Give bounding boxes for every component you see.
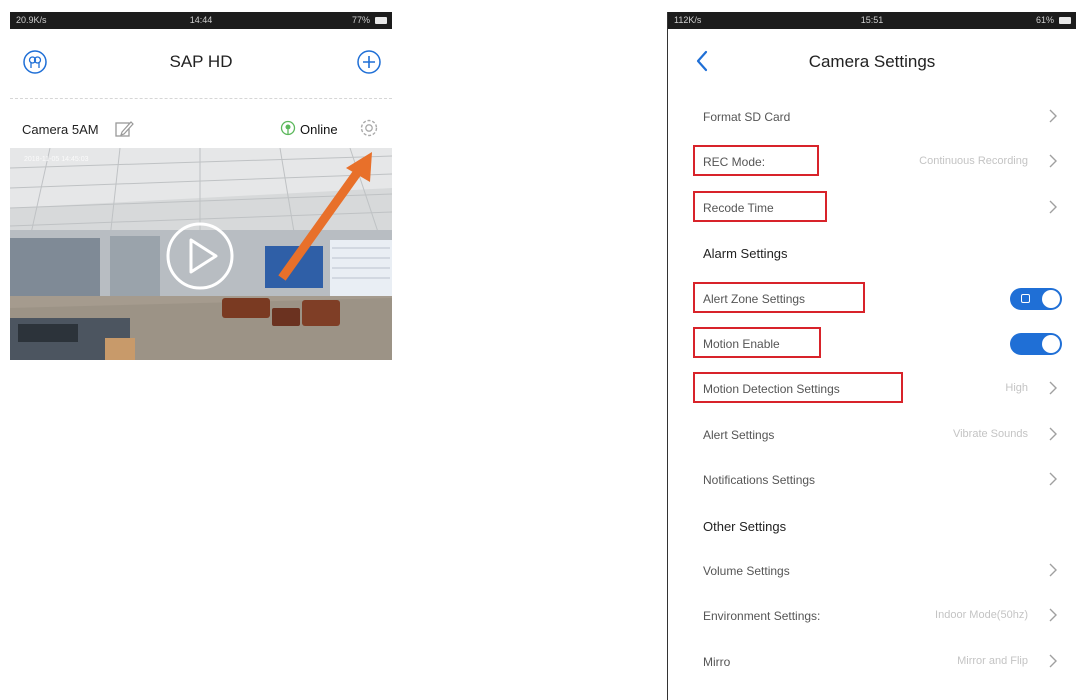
settings-row-label: Other Settings [703,518,787,534]
settings-row[interactable]: Environment Settings: Indoor Mode(50hz) [668,593,1076,638]
settings-row-value: Vibrate Sounds [952,427,1028,440]
settings-row-value: High [1005,382,1028,395]
section-header: Other Settings [668,503,1076,548]
chevron-right-icon[interactable] [1048,199,1058,215]
settings-row[interactable]: REC Mode: Continuous Recording [668,139,1076,184]
chevron-right-icon[interactable] [1048,653,1058,669]
divider [10,98,392,99]
settings-row-label: Motion Enable [703,336,780,351]
camera-settings-screen: 112K/s 15:51 61% Camera Settings Format … [667,12,1076,700]
chevron-right-icon[interactable] [1048,426,1058,442]
settings-row[interactable]: Volume Settings [668,548,1076,593]
settings-row-label: Notifications Settings [703,473,816,488]
toggle-switch[interactable] [1010,332,1062,355]
battery-icon [375,17,387,24]
network-speed: 20.9K/s [16,15,47,25]
settings-row[interactable]: Notifications Settings [668,457,1076,502]
settings-row[interactable]: Recode Time [668,185,1076,230]
feed-timestamp: 2018-11-05 14:45:03 [24,156,89,163]
settings-row[interactable]: Format SD Card [668,94,1076,139]
battery-percent: 61% [1035,15,1054,25]
battery-percent: 77% [351,15,370,25]
network-speed: 112K/s [674,15,702,25]
settings-row-label: Motion Detection Settings [703,382,840,397]
toggle-knob [1042,334,1060,353]
status-bar: 112K/s 15:51 61% [668,12,1076,29]
camera-video-feed[interactable]: 2018-11-05 14:45:03 [10,148,392,360]
chevron-right-icon[interactable] [1048,108,1058,124]
settings-row-label: Recode Time [703,200,774,215]
camera-preview-image [10,148,392,360]
online-icon [280,120,296,136]
settings-row-label: Alarm Settings [703,246,788,262]
settings-row[interactable]: Alert Settings Vibrate Sounds [668,412,1076,457]
status-time: 15:51 [860,15,884,25]
settings-row[interactable]: Alert Zone Settings [668,276,1076,321]
camera-list-screen: 20.9K/s 14:44 77% SAP HD Camera 5AM Onli… [10,12,392,677]
settings-row[interactable]: Motion Detection Settings High [668,366,1076,411]
settings-row-label: Environment Settings: [703,609,821,624]
settings-row-label: Alert Settings [703,427,775,442]
page-title: Camera Settings [808,52,936,71]
settings-row-label: Format SD Card [703,110,791,124]
camera-name: Camera 5AM [22,122,99,137]
gear-icon[interactable] [358,117,380,139]
settings-row-value: Mirror and Flip [957,654,1028,667]
edit-icon[interactable] [113,118,135,140]
settings-list: Format SD Card REC Mode: Continuous Record… [668,94,1076,684]
top-nav-bar: SAP HD [10,42,392,82]
chevron-right-icon[interactable] [1048,562,1058,578]
settings-row-label: Mirro [703,654,731,669]
chevron-right-icon[interactable] [1048,153,1058,169]
online-status: Online [300,122,338,137]
camera-card-header: Camera 5AM Online [10,114,392,144]
top-nav-bar: Camera Settings [668,42,1076,82]
settings-row-label: Alert Zone Settings [703,291,806,306]
status-bar: 20.9K/s 14:44 77% [10,12,392,29]
toggle-knob [1042,289,1060,308]
battery-icon [1059,17,1071,24]
toggle-switch[interactable] [1010,287,1062,310]
chevron-right-icon[interactable] [1048,471,1058,487]
chevron-right-icon[interactable] [1048,380,1058,396]
settings-row-value: Indoor Mode(50hz) [935,609,1028,622]
chevron-right-icon[interactable] [1048,607,1058,623]
settings-row[interactable]: Motion Enable [668,321,1076,366]
settings-row-value: Continuous Recording [919,155,1028,168]
section-header: Alarm Settings [668,230,1076,275]
status-time: 14:44 [189,15,213,25]
settings-row-label: REC Mode: [703,155,766,170]
settings-row-label: Volume Settings [703,563,790,578]
add-circle-icon[interactable] [356,49,382,75]
settings-row[interactable]: Mirro Mirror and Flip [668,639,1076,684]
page-title: SAP HD [169,52,233,71]
zone-icon [1021,293,1030,303]
